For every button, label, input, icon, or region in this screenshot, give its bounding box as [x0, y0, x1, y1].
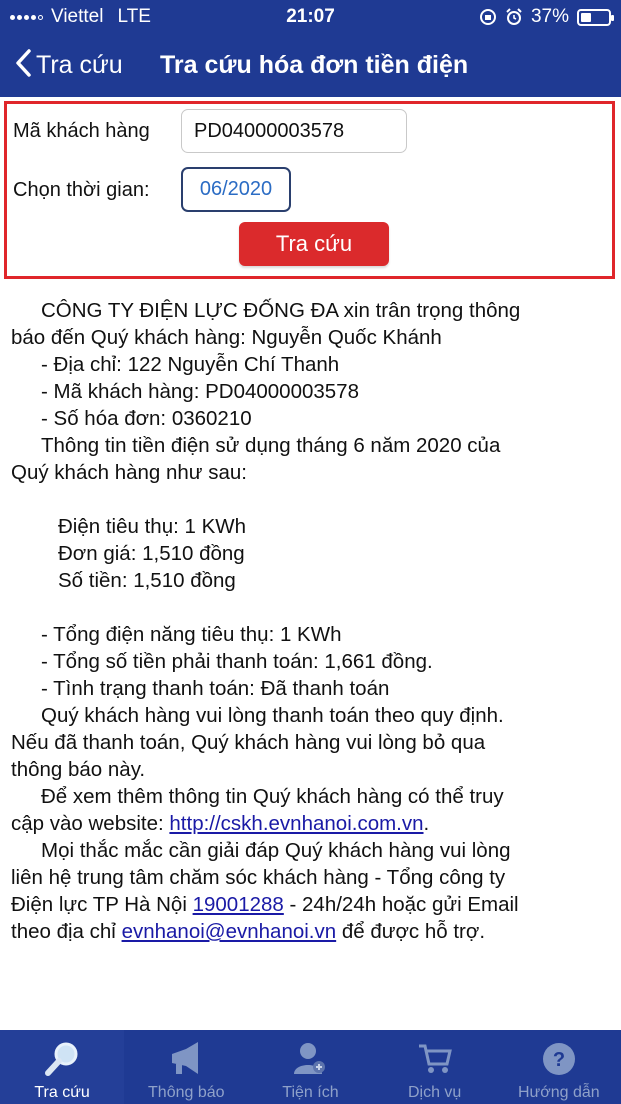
contact-suffix: - 24h/24h hoặc gửi Email [283, 893, 519, 916]
rotation-lock-icon [479, 9, 496, 25]
battery-fill [581, 12, 591, 22]
shopping-cart-icon [418, 1044, 452, 1073]
lookup-form: Mã khách hàng PD04000003578 Chọn thời gi… [4, 101, 615, 279]
chevron-left-icon [14, 48, 32, 83]
customer-code-input[interactable]: PD04000003578 [181, 109, 407, 153]
notice-intro-line2: báo đến Quý khách hàng: Nguyễn Quốc Khán… [11, 326, 442, 349]
notice-pay-note-line2: Nếu đã thanh toán, Quý khách hàng vui lò… [11, 731, 486, 754]
back-button[interactable]: Tra cứu [14, 40, 123, 90]
tab-label: Thông báo [148, 1084, 225, 1101]
tab-label: Hướng dẫn [517, 1084, 600, 1101]
notice-payment-status: - Tình trạng thanh toán: Đã thanh toán [41, 677, 390, 700]
notice-web-note-line1: Để xem thêm thông tin Quý khách hàng có … [41, 785, 504, 808]
nav-bar: Tra cứu Tra cứu hóa đơn tiền điện [0, 40, 621, 90]
status-bar: Viettel LTE 21:07 37% [0, 0, 621, 34]
notice-pay-note-line1: Quý khách hàng vui lòng thanh toán theo … [41, 704, 504, 727]
notice-pay-note-line3: thông báo này. [11, 758, 146, 781]
contact-prefix: Điện lực TP Hà Nội [11, 893, 193, 916]
notice-contact-line4: theo địa chỉ evnhanoi@evnhanoi.vn để đượ… [11, 918, 611, 945]
notice-contact-line1: Mọi thắc mắc cần giải đáp Quý khách hàng… [41, 839, 511, 862]
email-prefix: theo địa chỉ [11, 920, 122, 943]
tab-label: Tra cứu [34, 1084, 90, 1101]
status-right: 37% [479, 6, 614, 28]
notice-intro-line1: CÔNG TY ĐIỆN LỰC ĐỐNG ĐA xin trân trọng … [41, 299, 521, 322]
web-note-suffix: . [423, 812, 430, 835]
page-title: Tra cứu hóa đơn tiền điện [160, 51, 469, 79]
notice-usage-intro-line1: Thông tin tiền điện sử dụng tháng 6 năm … [41, 434, 501, 457]
tab-tra-cuu[interactable]: Tra cứu [0, 1030, 125, 1104]
magnifier-icon [45, 1042, 78, 1076]
tab-dich-vu[interactable]: Dịch vụ [373, 1030, 497, 1104]
web-note-prefix: cập vào website: [11, 812, 170, 835]
app-header: Viettel LTE 21:07 37% Tra cứu Tra cứu hó… [0, 0, 621, 97]
email-link[interactable]: evnhanoi@evnhanoi.vn [122, 920, 337, 943]
notice-address: - Địa chỉ: 122 Nguyễn Chí Thanh [41, 353, 340, 376]
customer-code-label: Mã khách hàng [13, 120, 150, 142]
battery-percent: 37% [530, 6, 569, 27]
notice-customer-code: - Mã khách hàng: PD04000003578 [41, 380, 359, 403]
notice-total-consumption: - Tổng điện năng tiêu thụ: 1 KWh [41, 623, 342, 646]
period-label: Chọn thời gian: [13, 179, 150, 201]
period-picker[interactable]: 06/2020 [181, 167, 291, 212]
tab-huong-dan[interactable]: ? Hướng dẫn [497, 1030, 621, 1104]
website-link[interactable]: http://cskh.evnhanoi.com.vn [169, 812, 423, 835]
bottom-tab-bar: Tra cứu Thông báo Tiện ích Dịch vụ ? Hướ… [0, 1030, 621, 1104]
notice-amount: Số tiền: 1,510 đồng [58, 569, 236, 592]
help-icon: ? [542, 1043, 575, 1075]
back-label: Tra cứu [36, 50, 123, 79]
email-suffix: để được hỗ trợ. [336, 920, 486, 943]
notice-web-note-line2: cập vào website: http://cskh.evnhanoi.co… [11, 810, 611, 837]
alarm-icon [506, 8, 522, 25]
notice-unit-price: Đơn giá: 1,510 đồng [58, 542, 245, 565]
notice-contact-line3: Điện lực TP Hà Nội 19001288 - 24h/24h ho… [11, 891, 611, 918]
tab-label: Dịch vụ [407, 1084, 462, 1101]
hotline-link[interactable]: 19001288 [193, 893, 284, 916]
invoice-notice: CÔNG TY ĐIỆN LỰC ĐỐNG ĐA xin trân trọng … [11, 297, 611, 945]
svg-text:?: ? [553, 1049, 565, 1071]
notice-invoice-number: - Số hóa đơn: 0360210 [41, 407, 252, 430]
battery-icon [577, 8, 614, 26]
tab-thong-bao[interactable]: Thông báo [124, 1030, 248, 1104]
tab-tien-ich[interactable]: Tiện ích [248, 1030, 372, 1104]
tab-label: Tiện ích [282, 1084, 339, 1101]
notice-total-payable: - Tổng số tiền phải thanh toán: 1,661 đồ… [41, 650, 433, 673]
notice-usage-intro-line2: Quý khách hàng như sau: [11, 461, 247, 484]
notice-consumption: Điện tiêu thụ: 1 KWh [58, 515, 247, 538]
search-button[interactable]: Tra cứu [239, 222, 389, 266]
notice-contact-line2: liên hệ trung tâm chăm sóc khách hàng - … [11, 866, 506, 889]
user-plus-icon [294, 1043, 326, 1074]
megaphone-icon [172, 1042, 199, 1074]
